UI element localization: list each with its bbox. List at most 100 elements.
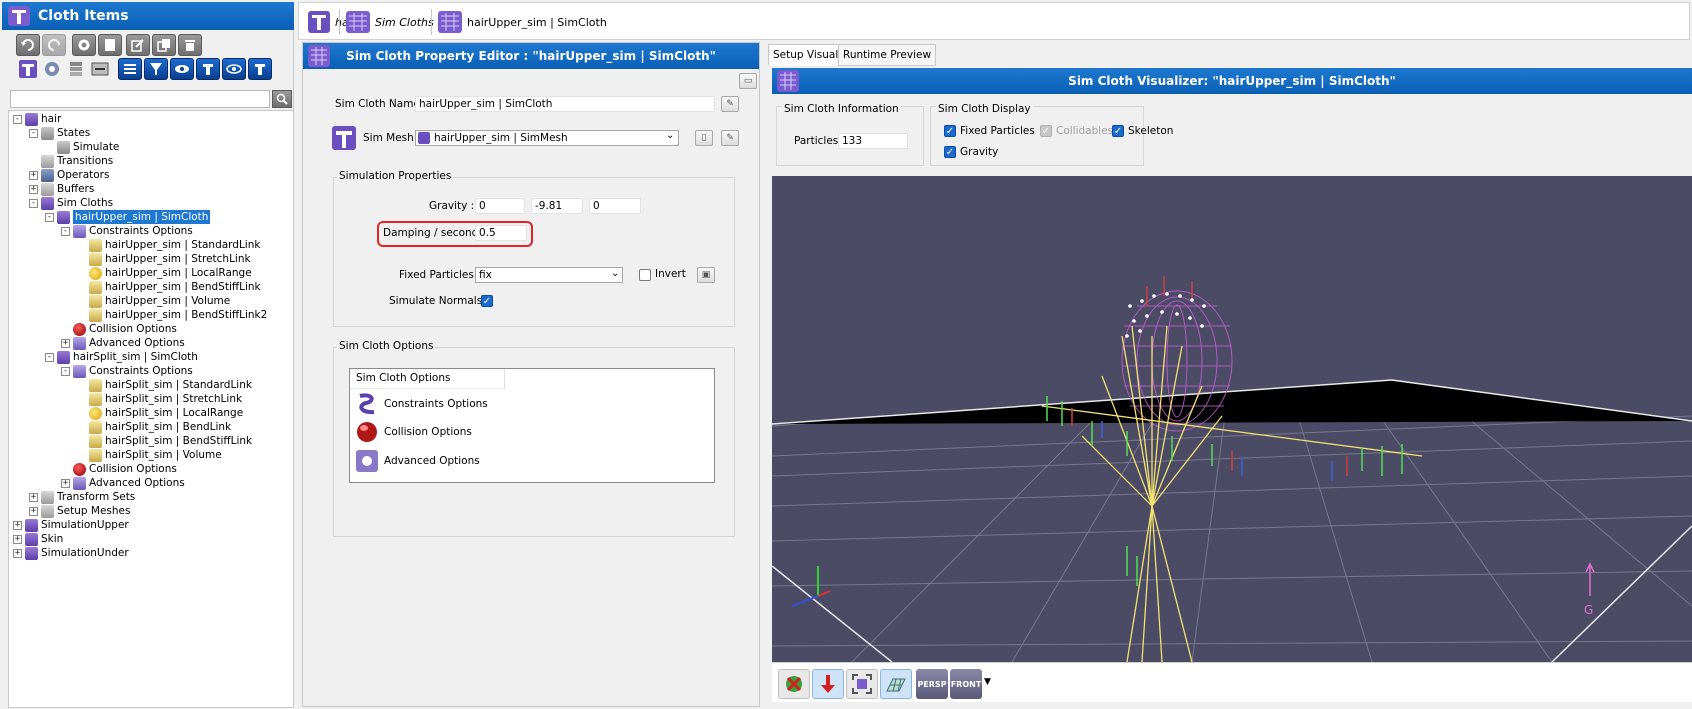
tree-item-hairsplit-simcloth[interactable]: - hairSplit_sim | SimCloth	[45, 350, 198, 364]
tree-item-transitions[interactable]: Transitions	[41, 154, 113, 168]
edit-name-icon[interactable]: ✎	[721, 96, 739, 112]
tab-runtime-preview[interactable]: Runtime Preview	[838, 44, 937, 66]
tree-item-split-localrange[interactable]: hairSplit_sim | LocalRange	[89, 406, 243, 420]
undo-icon[interactable]	[16, 34, 40, 56]
particles-field[interactable]: 133	[838, 133, 908, 149]
caret-down-icon[interactable]: ▼	[984, 677, 991, 687]
tree-item-hairupper-simcloth[interactable]: - hairUpper_sim | SimCloth	[45, 210, 211, 224]
grid-toggle-icon[interactable]	[880, 669, 912, 699]
delete-icon[interactable]	[178, 34, 202, 56]
collapse-panel-icon[interactable]: ▭	[739, 73, 757, 89]
tree-item-sim-cloths[interactable]: - Sim Cloths	[29, 196, 113, 210]
expand-icon[interactable]: +	[29, 492, 38, 502]
chevron-down-icon[interactable]: ⌄	[666, 130, 674, 141]
tree-item-constraints-options-2[interactable]: - Constraints Options	[61, 364, 193, 378]
gear-icon[interactable]	[72, 34, 96, 56]
tree-item-states[interactable]: - States	[29, 126, 90, 140]
collapse-icon[interactable]: -	[13, 114, 22, 124]
expand-icon[interactable]: +	[29, 170, 38, 180]
transition-icon[interactable]	[88, 58, 112, 80]
tree-item-standardlink[interactable]: hairUpper_sim | StandardLink	[89, 238, 260, 252]
options-item-advanced[interactable]: Advanced Options	[354, 448, 480, 474]
cloth-items-tree[interactable]: - hair - States Simulate Transitions + Oper…	[8, 110, 294, 708]
tree-item-bendstifflink[interactable]: hairUpper_sim | BendStiffLink	[89, 280, 261, 294]
tree-item-advanced-options[interactable]: + Advanced Options	[61, 336, 185, 350]
tree-item-split-standardlink[interactable]: hairSplit_sim | StandardLink	[89, 378, 252, 392]
tree-item-stretchlink[interactable]: hairUpper_sim | StretchLink	[89, 252, 251, 266]
expand-icon[interactable]: +	[29, 184, 38, 194]
options-item-collision[interactable]: Collision Options	[354, 419, 472, 445]
redo-icon[interactable]	[42, 34, 66, 56]
operator-icon[interactable]	[40, 58, 64, 80]
collapse-icon[interactable]: -	[29, 198, 38, 208]
collapse-icon[interactable]: -	[29, 128, 38, 138]
collapse-icon[interactable]: -	[61, 226, 70, 236]
front-view-button[interactable]: FRONT	[950, 669, 982, 699]
tree-item-split-bendstifflink[interactable]: hairSplit_sim | BendStiffLink	[89, 434, 252, 448]
tree-item-transform-sets[interactable]: + Transform Sets	[29, 490, 135, 504]
buffer-icon[interactable]	[64, 58, 88, 80]
collapse-icon[interactable]: -	[61, 366, 70, 376]
cloth-add-icon[interactable]	[16, 58, 40, 80]
tree-item-volume[interactable]: hairUpper_sim | Volume	[89, 294, 230, 308]
duplicate-icon[interactable]	[152, 34, 176, 56]
view-tree-icon[interactable]	[118, 58, 142, 80]
fixed-particles-dropdown[interactable]: fix	[475, 267, 623, 283]
simulate-normals-checkbox[interactable]: ✓	[481, 295, 493, 307]
tree-item-simulate[interactable]: Simulate	[57, 140, 119, 154]
expand-icon[interactable]: +	[61, 338, 70, 348]
sim-mesh-dropdown[interactable]: hairUpper_sim | SimMesh	[415, 130, 679, 146]
skeleton-checkbox[interactable]: ✓	[1112, 125, 1124, 137]
gravity-view-icon[interactable]	[812, 669, 844, 699]
collapse-icon[interactable]: -	[45, 212, 54, 222]
tree-item-collision-options-2[interactable]: Collision Options	[73, 462, 177, 476]
tree-item-operators[interactable]: + Operators	[29, 168, 109, 182]
breadcrumb-hairupper-simcloth[interactable]: hairUpper_sim | SimCloth	[437, 7, 607, 37]
tree-item-skin[interactable]: + Skin	[13, 532, 63, 546]
breadcrumb-sim-cloths[interactable]: Sim Cloths	[345, 7, 434, 37]
edit-mesh-icon[interactable]: ✎	[721, 130, 739, 146]
expand-icon[interactable]: +	[61, 478, 70, 488]
damping-field[interactable]: 0.5	[475, 225, 527, 241]
view-mesh-icon[interactable]	[248, 58, 272, 80]
gravity-z-field[interactable]: 0	[589, 198, 641, 214]
search-icon[interactable]	[272, 90, 292, 108]
tree-item-simulationunder[interactable]: + SimulationUnder	[13, 546, 129, 560]
tree-search-input[interactable]	[10, 90, 270, 108]
sim-cloth-name-field[interactable]: hairUpper_sim | SimCloth	[415, 96, 715, 112]
collapse-icon[interactable]: -	[45, 352, 54, 362]
gravity-x-field[interactable]: 0	[475, 198, 525, 214]
sim-cloth-options-list[interactable]: Sim Cloth Options Constraints Options Co…	[349, 368, 715, 483]
tree-item-collision-options[interactable]: Collision Options	[73, 322, 177, 336]
edit-icon[interactable]	[126, 34, 150, 56]
tree-item-bendstifflink2[interactable]: hairUpper_sim | BendStiffLink2	[89, 308, 267, 322]
view-visibility-icon[interactable]	[222, 58, 246, 80]
tree-item-split-bendlink[interactable]: hairSplit_sim | BendLink	[89, 420, 231, 434]
tree-item-localrange[interactable]: hairUpper_sim | LocalRange	[89, 266, 252, 280]
fixed-particles-checkbox[interactable]: ✓	[944, 125, 956, 137]
view-filter-icon[interactable]	[144, 58, 168, 80]
gravity-checkbox[interactable]: ✓	[944, 146, 956, 158]
tree-item-simulationupper[interactable]: + SimulationUpper	[13, 518, 129, 532]
options-item-constraints[interactable]: Constraints Options	[354, 391, 488, 417]
view-eye-icon[interactable]	[170, 58, 194, 80]
invert-checkbox[interactable]	[639, 269, 651, 281]
tree-item-hair[interactable]: - hair	[13, 112, 61, 126]
perspective-view-button[interactable]: PERSP	[916, 669, 948, 699]
tree-item-buffers[interactable]: + Buffers	[29, 182, 94, 196]
expand-icon[interactable]: +	[13, 520, 22, 530]
open-mesh-icon[interactable]: ▯	[695, 130, 713, 146]
3d-viewport[interactable]: G	[772, 176, 1692, 662]
frame-selection-icon[interactable]	[846, 669, 878, 699]
tree-item-constraints-options[interactable]: - Constraints Options	[61, 224, 193, 238]
tree-item-advanced-options-2[interactable]: + Advanced Options	[61, 476, 185, 490]
expand-icon[interactable]: +	[13, 534, 22, 544]
view-cloth-icon[interactable]	[196, 58, 220, 80]
tree-item-split-volume[interactable]: hairSplit_sim | Volume	[89, 448, 222, 462]
chevron-down-icon[interactable]: ⌄	[611, 268, 619, 279]
gravity-y-field[interactable]: -9.81	[531, 198, 583, 214]
expand-icon[interactable]: +	[29, 506, 38, 516]
expand-icon[interactable]: +	[13, 548, 22, 558]
fixed-particles-paint-icon[interactable]: ▣	[697, 267, 715, 283]
tree-item-setup-meshes[interactable]: + Setup Meshes	[29, 504, 130, 518]
